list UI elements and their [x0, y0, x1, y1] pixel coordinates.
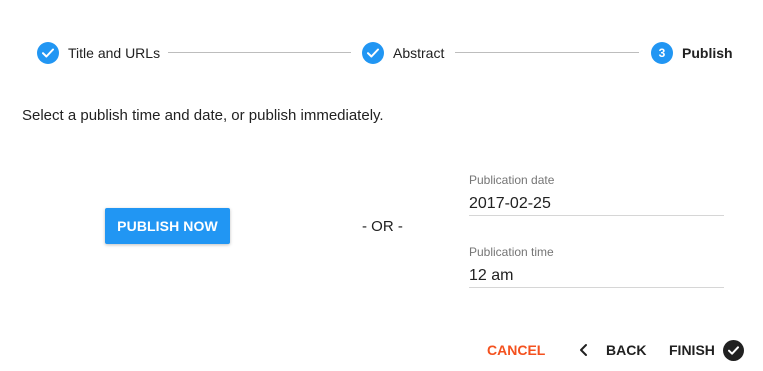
- step-connector: [455, 52, 639, 53]
- check-circle-icon: [362, 42, 384, 64]
- step-publish[interactable]: 3 Publish: [651, 41, 733, 65]
- check-circle-icon: [722, 339, 744, 361]
- step-connector: [168, 52, 351, 53]
- finish-label: FINISH: [669, 342, 715, 358]
- step-title-and-urls[interactable]: Title and URLs: [37, 41, 160, 65]
- instruction-text: Select a publish time and date, or publi…: [22, 107, 384, 124]
- publication-date-field: Publication date: [469, 172, 724, 216]
- step-label: Title and URLs: [68, 45, 161, 61]
- back-button[interactable]: BACK: [570, 336, 653, 364]
- publication-time-label: Publication time: [469, 245, 554, 259]
- step-abstract[interactable]: Abstract: [362, 41, 444, 65]
- step-label: Publish: [682, 45, 733, 61]
- or-separator: - OR -: [362, 218, 403, 235]
- stepper: Title and URLs Abstract 3 Publish: [0, 0, 763, 106]
- step-label: Abstract: [393, 45, 445, 61]
- step-number: 3: [658, 46, 666, 60]
- step-number-badge: 3: [651, 42, 673, 64]
- back-label: BACK: [606, 342, 647, 358]
- check-circle-icon: [37, 42, 59, 64]
- publication-time-input[interactable]: [469, 260, 724, 288]
- publication-time-field: Publication time: [469, 244, 724, 288]
- chevron-left-icon: [577, 343, 591, 357]
- publish-now-button[interactable]: PUBLISH NOW: [105, 208, 230, 244]
- publication-date-input[interactable]: [469, 188, 724, 216]
- publication-date-label: Publication date: [469, 173, 555, 187]
- finish-button[interactable]: FINISH: [663, 336, 750, 364]
- cancel-button[interactable]: CANCEL: [480, 336, 552, 364]
